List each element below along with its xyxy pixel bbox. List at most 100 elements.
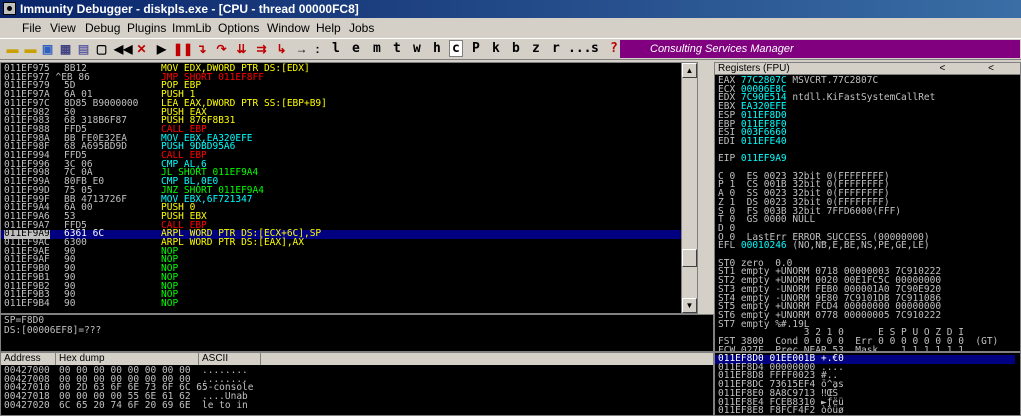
register-row[interactable]: EFL 00010246 (NO,NB,E,BE,NS,PE,GE,LE) [718, 240, 930, 252]
dump-header-ascii[interactable]: ASCII [199, 353, 261, 365]
disassembly-panel[interactable]: 011EF975 8B12 MOV EDX,DWORD PTR DS:[EDX] 01… [0, 62, 698, 314]
toolbar-h-button[interactable]: h [433, 41, 441, 56]
toolbar-p-button[interactable]: P [472, 41, 480, 56]
disasm-row[interactable]: 011EF9AC 6300 ARPL WORD PTR DS:[EAX],AX [1, 238, 695, 248]
dump-panel[interactable]: Address Hex dump ASCII 00427000 00 00 00 … [0, 352, 714, 416]
toolbar-m-button[interactable]: m [373, 41, 381, 56]
menu-options[interactable]: Options [218, 21, 259, 35]
toolbar-e-button[interactable]: e [352, 41, 360, 56]
open-folder-icon[interactable]: ▬ [5, 42, 20, 57]
dump-header-hex[interactable]: Hex dump [56, 353, 199, 365]
disasm-row[interactable]: 011EF996 3C 06 CMP AL,6 [1, 160, 695, 170]
register-value: 011EFE40 [740, 135, 787, 147]
dump-address: 00427020 [4, 399, 50, 411]
stack-row[interactable]: 011EF8E8 F8FCF4F2 òôüø [718, 405, 1018, 416]
register-comment: ntdll.KiFastSystemCallRet [786, 92, 936, 104]
menu-plugins[interactable]: Plugins [127, 21, 166, 35]
menu-jobs[interactable]: Jobs [349, 21, 374, 35]
toolbar-w-button[interactable]: w [413, 41, 421, 56]
disasm-row[interactable]: 011EF979 5D POP EBP [1, 81, 695, 91]
menu-view[interactable]: View [50, 21, 76, 35]
open-recent-icon[interactable]: ▬ [23, 42, 38, 57]
disasm-row[interactable]: 011EF9B3 90 NOP [1, 290, 695, 300]
consulting-banner[interactable]: Consulting Services Manager [620, 40, 1020, 58]
menu-debug[interactable]: Debug [85, 21, 120, 35]
info-panel[interactable]: SP=F8D0 DS:[00006EF8]=??? [0, 314, 714, 352]
toolbar-k-button[interactable]: k [492, 41, 500, 56]
disasm-row[interactable]: 011EF9B4 90 NOP [1, 297, 695, 309]
registers-header: Registers (FPU) < < [715, 63, 1020, 75]
disasm-hex: 90 [64, 297, 76, 309]
toolbar-l-button[interactable]: l [332, 41, 340, 56]
scroll-thumb[interactable] [682, 249, 697, 267]
disasm-row[interactable]: 011EF9A9 6361 6C ARPL WORD PTR DS:[ECX+6C]… [1, 229, 695, 240]
disassembly-scrollbar[interactable]: ▲ ▼ [681, 63, 697, 313]
toolbar-t-button[interactable]: t [393, 41, 401, 56]
scroll-down-icon[interactable]: ▼ [682, 298, 697, 313]
disasm-row[interactable]: 011EF9AF 90 NOP [1, 255, 695, 265]
attach-icon[interactable]: ▣ [40, 42, 55, 57]
scroll-up-icon[interactable]: ▲ [682, 63, 697, 78]
registers-panel[interactable]: Registers (FPU) < < EAX 77C2807C MSVCRT.… [714, 62, 1021, 352]
python-shell-icon[interactable]: ▢ [94, 42, 109, 57]
rewind-icon[interactable]: ◀◀ [114, 42, 132, 57]
register-name: EDI [718, 135, 741, 147]
stack-address: 011EF8E8 [718, 405, 770, 416]
step-icon[interactable]: : [310, 42, 325, 57]
go-to-icon[interactable]: → [294, 42, 309, 57]
disasm-row[interactable]: 011EF97C 8D85 B9000000 LEA EAX,DWORD PTR S… [1, 99, 695, 109]
disasm-row[interactable]: 011EF9AE 90 NOP [1, 247, 695, 257]
disasm-row[interactable]: 011EF998 7C 0A JL SHORT 011EF9A4 [1, 168, 695, 178]
registers-nav-buttons[interactable]: < < [940, 63, 1014, 74]
disasm-row[interactable]: 011EF9B2 90 NOP [1, 281, 695, 292]
disasm-row[interactable]: 011EF994 FFD5 CALL EBP [1, 151, 695, 161]
disasm-row[interactable]: 011EF977 ^EB 86 JMP SHORT 011EF8FF [1, 73, 695, 83]
disasm-row[interactable]: 011EF9B1 90 NOP [1, 273, 695, 283]
disasm-row[interactable]: 011EF9A7 FFD5 CALL EBP [1, 221, 695, 231]
menu-file[interactable]: File [22, 21, 41, 35]
disasm-row[interactable]: 011EF98F 68 A695BD9D PUSH 9DBD95A6 [1, 142, 695, 152]
menu-immlib[interactable]: ImmLib [172, 21, 211, 35]
app-icon[interactable] [3, 2, 16, 15]
toolbar-s-button[interactable]: s [591, 41, 599, 56]
toolbar: ▬ ▬ ▣ ▦ ▤ ▢ ◀◀ ✕ ▶ ❚❚ ↴ ↷ ⇊ ⇉ ↳ → : l e … [0, 38, 1021, 60]
disasm-row[interactable]: 011EF99F BB 4713726F MOV EBX,6F721347 [1, 194, 695, 205]
disasm-instruction: NOP [161, 297, 179, 309]
disasm-row[interactable]: 011EF9B0 90 NOP [1, 264, 695, 274]
close-icon[interactable]: ✕ [134, 42, 149, 57]
registers-title: Registers (FPU) [718, 63, 790, 74]
register-row[interactable]: EIP 011EF9A9 [718, 153, 787, 165]
trace-over-icon[interactable]: ⇉ [254, 42, 269, 57]
stack-panel[interactable]: 011EF8D0 01EE001B +.€0 011EF8D4 00000000 … [714, 352, 1021, 416]
disasm-row[interactable]: 011EF9A6 53 PUSH EBX [1, 212, 695, 222]
step-into-icon[interactable]: ↴ [194, 42, 209, 57]
menu-help[interactable]: Help [316, 21, 341, 35]
dump-header-address[interactable]: Address [1, 353, 56, 365]
register-comment: (NO,NB,E,BE,NS,PE,GE,LE) [786, 240, 930, 252]
dump-header: Address Hex dump ASCII [1, 353, 713, 365]
toolbar-z-button[interactable]: z [532, 41, 540, 56]
run-icon[interactable]: ▶ [154, 42, 169, 57]
toolbar-b-button[interactable]: b [512, 41, 520, 56]
toolbar-r-button[interactable]: r [552, 41, 560, 56]
log-icon[interactable]: ▤ [76, 42, 91, 57]
help-icon[interactable]: ? [610, 41, 618, 56]
step-over-icon[interactable]: ↷ [214, 42, 229, 57]
trace-into-icon[interactable]: ⇊ [234, 42, 249, 57]
toolbar-ellipsis-button[interactable]: ... [568, 41, 591, 56]
disasm-row[interactable]: 011EF975 8B12 MOV EDX,DWORD PTR DS:[EDX] [1, 64, 695, 74]
execute-till-return-icon[interactable]: ↳ [274, 42, 289, 57]
register-comment: MSVCRT.77C2807C [786, 75, 879, 86]
menu-window[interactable]: Window [267, 21, 310, 35]
dump-hex: 6C 65 20 74 6F 20 69 6E [59, 399, 191, 411]
register-value: 011EF9A9 [740, 153, 787, 165]
pause-icon[interactable]: ❚❚ [173, 42, 193, 57]
disasm-row[interactable]: 011EF99A 80FB E0 CMP BL,0E0 [1, 177, 695, 187]
memory-map-icon[interactable]: ▦ [58, 42, 73, 57]
disasm-row[interactable]: 011EF983 68 318B6F87 PUSH 876F8B31 [1, 116, 695, 126]
title-bar: Immunity Debugger - diskpls.exe - [CPU -… [0, 0, 1021, 18]
disasm-row[interactable]: 011EF9A4 6A 00 PUSH 0 [1, 203, 695, 213]
register-row[interactable]: EDI 011EFE40 [718, 135, 787, 147]
toolbar-c-button[interactable]: c [449, 40, 463, 57]
stack-comment: òôüø [820, 405, 844, 416]
